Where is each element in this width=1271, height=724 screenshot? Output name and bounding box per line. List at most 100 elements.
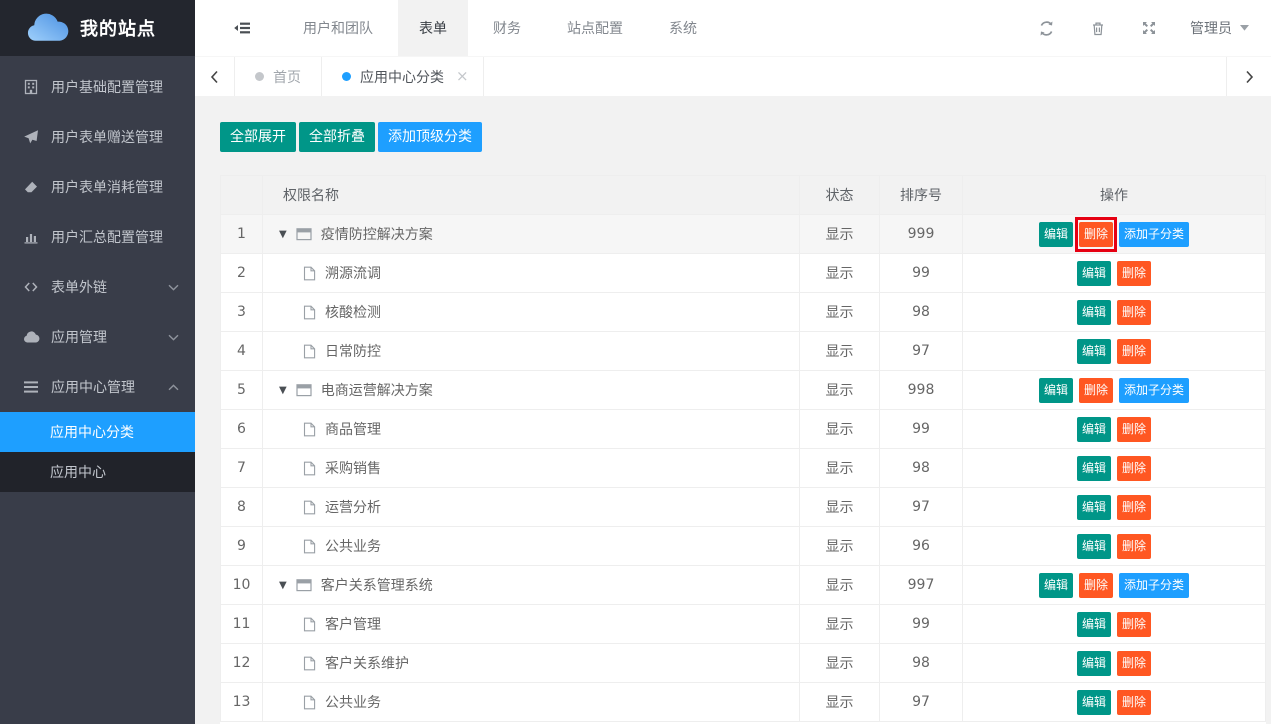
edit-button[interactable]: 编辑 <box>1077 690 1111 715</box>
delete-button[interactable]: 删除 <box>1117 300 1151 325</box>
sidebar-item[interactable]: 应用管理 <box>0 312 195 362</box>
category-name: 客户管理 <box>325 614 381 634</box>
delete-button[interactable]: 删除 <box>1117 651 1151 676</box>
delete-button[interactable]: 删除 <box>1117 339 1151 364</box>
tab-label: 首页 <box>273 67 301 87</box>
row-name-content: ▼客户关系管理系统 <box>263 575 799 595</box>
sidebar-item[interactable]: 表单外链 <box>0 262 195 312</box>
add-child-button[interactable]: 添加子分类 <box>1119 222 1189 247</box>
tab-label: 应用中心分类 <box>360 67 444 87</box>
delete-button[interactable]: 删除 <box>1117 495 1151 520</box>
row-index: 1 <box>221 215 263 254</box>
col-header-index <box>221 176 263 215</box>
tab-close-icon[interactable]: × <box>456 69 469 84</box>
delete-button[interactable]: 删除 <box>1079 378 1113 403</box>
edit-button[interactable]: 编辑 <box>1077 612 1111 637</box>
sidebar-item-label: 表单外链 <box>51 277 107 297</box>
doc-icon <box>303 656 316 671</box>
table-row: 11客户管理显示99编辑删除 <box>221 605 1266 644</box>
row-sort: 999 <box>880 215 963 254</box>
row-sort: 96 <box>880 527 963 566</box>
row-sort: 998 <box>880 371 963 410</box>
sidebar-toggle-button[interactable] <box>233 20 252 36</box>
add-top-category-button[interactable]: 添加顶级分类 <box>378 122 482 152</box>
table-row: 7采购销售显示98编辑删除 <box>221 449 1266 488</box>
tab[interactable]: 首页 <box>235 57 322 96</box>
expand-all-button[interactable]: 全部展开 <box>220 122 296 152</box>
delete-button[interactable]: 删除 <box>1117 456 1151 481</box>
user-menu[interactable]: 管理员 <box>1174 0 1271 56</box>
sidebar-item[interactable]: 应用中心管理 <box>0 362 195 412</box>
sidebar-item[interactable]: 用户表单赠送管理 <box>0 112 195 162</box>
edit-button[interactable]: 编辑 <box>1039 378 1073 403</box>
tab-scroll-right-button[interactable] <box>1226 57 1271 96</box>
sidebar-item[interactable]: 用户汇总配置管理 <box>0 212 195 262</box>
row-name: 客户关系维护 <box>263 644 800 683</box>
delete-button[interactable]: 删除 <box>1117 417 1151 442</box>
delete-button[interactable]: 删除 <box>1079 573 1113 598</box>
edit-button[interactable]: 编辑 <box>1077 300 1111 325</box>
row-status: 显示 <box>800 254 880 293</box>
highlight-box: 删除 <box>1079 222 1113 247</box>
row-sort: 99 <box>880 605 963 644</box>
edit-button[interactable]: 编辑 <box>1077 417 1111 442</box>
edit-button[interactable]: 编辑 <box>1039 222 1073 247</box>
delete-button[interactable]: 删除 <box>1117 612 1151 637</box>
nav-item[interactable]: 用户和团队 <box>282 0 394 56</box>
row-name-content: ▼ 电商运营解决方案 <box>263 380 799 400</box>
category-name: 核酸检测 <box>325 302 381 322</box>
category-name: 电商运营解决方案 <box>321 380 433 400</box>
row-status: 显示 <box>800 371 880 410</box>
fullscreen-button[interactable] <box>1123 0 1174 56</box>
delete-button[interactable]: 删除 <box>1117 534 1151 559</box>
tab-dot <box>342 72 351 81</box>
row-status: 显示 <box>800 683 880 722</box>
refresh-button[interactable] <box>1021 0 1072 56</box>
delete-button[interactable]: 删除 <box>1117 690 1151 715</box>
refresh-icon <box>1038 20 1055 37</box>
edit-button[interactable]: 编辑 <box>1077 339 1111 364</box>
delete-button[interactable]: 删除 <box>1117 261 1151 286</box>
edit-button[interactable]: 编辑 <box>1077 534 1111 559</box>
eraser-icon <box>22 179 40 195</box>
cloud-logo-icon <box>24 11 70 45</box>
sidebar-subitem[interactable]: 应用中心分类 <box>0 412 195 452</box>
folder-icon <box>296 578 312 592</box>
sidebar-item[interactable]: 用户基础配置管理 <box>0 62 195 112</box>
category-name: 客户关系维护 <box>325 653 409 673</box>
edit-button[interactable]: 编辑 <box>1039 573 1073 598</box>
table-row: 9公共业务显示96编辑删除 <box>221 527 1266 566</box>
table-body: 1▼疫情防控解决方案显示999编辑删除添加子分类2溯源流调显示99编辑删除3核酸… <box>221 215 1266 722</box>
nav-item[interactable]: 财务 <box>472 0 542 56</box>
doc-icon <box>303 695 316 710</box>
sidebar-item-label: 应用中心管理 <box>51 377 135 397</box>
sidebar-item-label: 用户汇总配置管理 <box>51 227 163 247</box>
delete-button[interactable]: 删除 <box>1079 222 1113 247</box>
trash-button[interactable] <box>1072 0 1123 56</box>
logo[interactable]: 我的站点 <box>0 0 195 56</box>
sidebar-menu: 用户基础配置管理用户表单赠送管理用户表单消耗管理用户汇总配置管理表单外链应用管理… <box>0 56 195 492</box>
collapse-caret-icon[interactable]: ▼ <box>279 229 287 240</box>
menu-icon <box>22 379 40 395</box>
table-row: 5▼电商运营解决方案显示998编辑删除添加子分类 <box>221 371 1266 410</box>
table-row: 13公共业务显示97编辑删除 <box>221 683 1266 722</box>
user-name: 管理员 <box>1190 18 1232 38</box>
tab-scroll-left-button[interactable] <box>195 57 235 96</box>
row-index: 7 <box>221 449 263 488</box>
sidebar-item[interactable]: 用户表单消耗管理 <box>0 162 195 212</box>
sidebar-subitem[interactable]: 应用中心 <box>0 452 195 492</box>
edit-button[interactable]: 编辑 <box>1077 651 1111 676</box>
nav-item[interactable]: 表单 <box>398 0 468 56</box>
nav-item[interactable]: 站点配置 <box>546 0 644 56</box>
add-child-button[interactable]: 添加子分类 <box>1119 378 1189 403</box>
tab[interactable]: 应用中心分类 × <box>322 57 484 96</box>
collapse-all-button[interactable]: 全部折叠 <box>299 122 375 152</box>
edit-button[interactable]: 编辑 <box>1077 495 1111 520</box>
collapse-caret-icon[interactable]: ▼ <box>279 385 287 396</box>
row-status: 显示 <box>800 410 880 449</box>
edit-button[interactable]: 编辑 <box>1077 261 1111 286</box>
nav-item[interactable]: 系统 <box>648 0 718 56</box>
add-child-button[interactable]: 添加子分类 <box>1119 573 1189 598</box>
edit-button[interactable]: 编辑 <box>1077 456 1111 481</box>
collapse-caret-icon[interactable]: ▼ <box>279 580 287 591</box>
